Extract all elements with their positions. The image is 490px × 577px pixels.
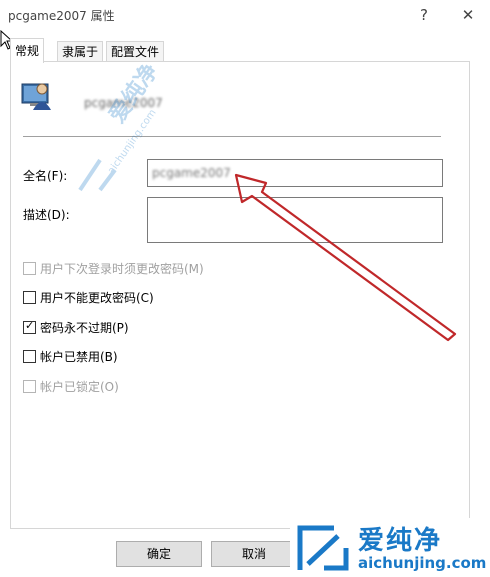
option-password-never-expires[interactable]: 密码永不过期(P): [23, 318, 129, 336]
title-bar: pcgame2007 属性 ? ✕: [0, 0, 490, 30]
fullname-label: 全名(F):: [23, 169, 68, 183]
fullname-input[interactable]: pcgame2007: [147, 159, 443, 187]
watermark-url: aichunjing.com: [358, 554, 487, 572]
watermark-logo-icon: [297, 525, 349, 571]
username-text: pcgame2007: [84, 96, 163, 110]
fullname-value: pcgame2007: [152, 166, 231, 180]
checkbox: [23, 261, 36, 275]
option-account-disabled[interactable]: 帐户已禁用(B): [23, 347, 118, 365]
watermark-corner: 爱纯净 aichunjing.com: [290, 518, 490, 577]
checkbox: [23, 379, 36, 393]
option-must-change-password: 用户下次登录时须更改密码(M): [23, 259, 204, 277]
option-label: 用户下次登录时须更改密码(M): [40, 261, 204, 276]
description-label: 描述(D):: [23, 208, 70, 222]
user-monitor-icon: [21, 83, 51, 110]
help-button[interactable]: ?: [410, 4, 438, 26]
option-label[interactable]: 密码永不过期(P): [40, 319, 129, 336]
option-label[interactable]: 用户不能更改密码(C): [40, 289, 154, 306]
tab-member-of[interactable]: 隶属于: [57, 41, 104, 62]
divider: [23, 136, 441, 137]
description-input[interactable]: [147, 197, 443, 243]
tab-profile[interactable]: 配置文件: [106, 41, 165, 62]
checkbox[interactable]: [23, 349, 36, 363]
checkbox[interactable]: [23, 290, 36, 304]
option-cannot-change-password[interactable]: 用户不能更改密码(C): [23, 288, 154, 306]
tab-general[interactable]: 常规: [10, 38, 45, 63]
watermark-brand: 爱纯净: [358, 526, 443, 556]
window-title: pcgame2007 属性: [8, 9, 115, 23]
close-button[interactable]: ✕: [454, 4, 482, 26]
option-label: 帐户已锁定(O): [40, 379, 119, 394]
option-label[interactable]: 帐户已禁用(B): [40, 348, 118, 365]
option-account-locked: 帐户已锁定(O): [23, 377, 119, 395]
checkbox-checked[interactable]: [23, 319, 36, 334]
cancel-button[interactable]: 取消: [211, 541, 297, 567]
ok-button[interactable]: 确定: [116, 541, 202, 567]
